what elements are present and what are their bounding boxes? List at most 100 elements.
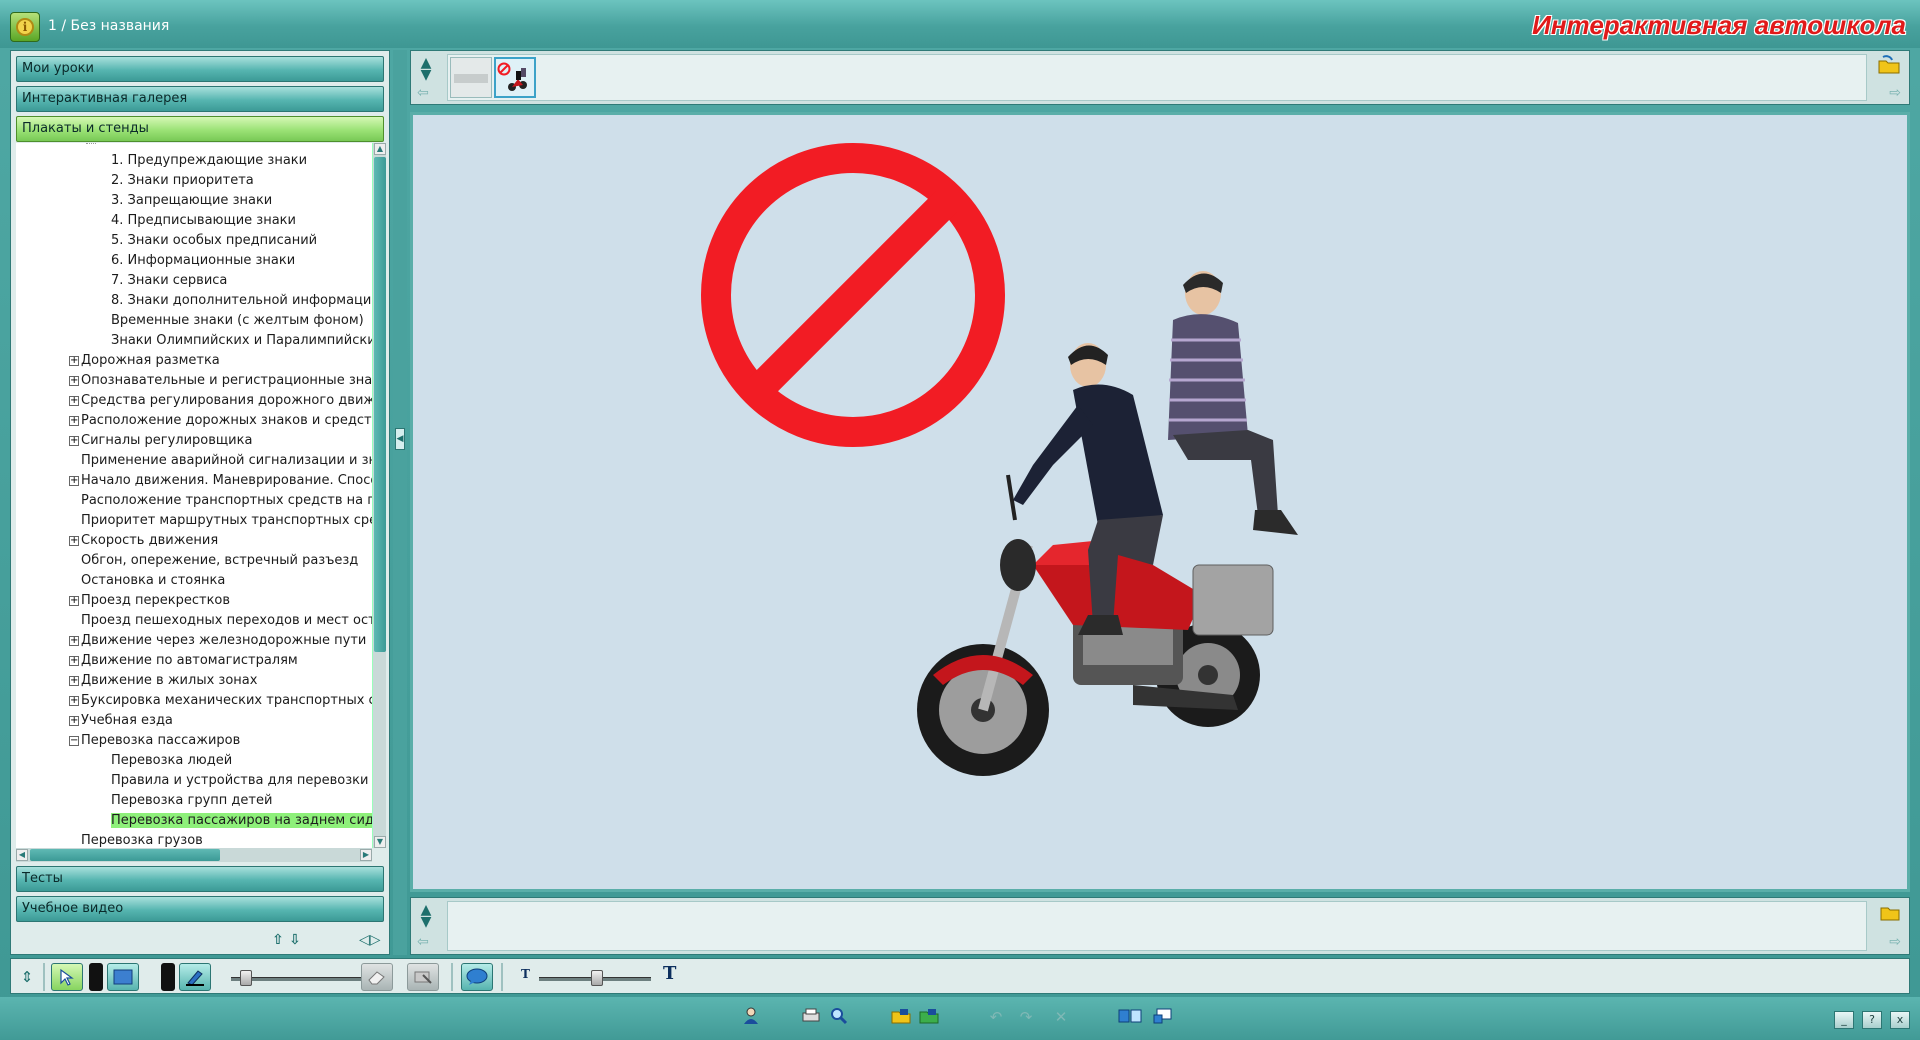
panel-left-right-icon[interactable]: ◁▷ [359, 931, 381, 949]
expand-icon[interactable]: + [69, 595, 79, 606]
scroll-up-arrow-icon[interactable]: ▲ [374, 143, 386, 155]
tree-item[interactable]: + Скорость движения [69, 531, 218, 551]
delete-icon[interactable]: ✕ [1050, 1007, 1072, 1027]
notes-prev-arrow-icon[interactable]: ⇦ [417, 934, 429, 950]
nav-tests-button[interactable]: Тесты [16, 866, 384, 892]
rectangle-tool-button[interactable] [107, 963, 139, 991]
save-icon[interactable] [918, 1007, 940, 1027]
panel-splitter[interactable]: ◀ [393, 50, 407, 955]
expand-icon[interactable]: + [69, 635, 79, 646]
app-logo-icon[interactable]: i [10, 12, 40, 42]
move-down-icon[interactable]: ⇩ [286, 931, 304, 949]
user-icon[interactable] [740, 1007, 762, 1027]
tree-item[interactable]: Проезд пешеходных переходов и мест ост [81, 611, 372, 631]
help-button[interactable]: ? [1862, 1011, 1882, 1029]
pen-color-swatch[interactable] [89, 963, 103, 991]
monitor-icon[interactable] [1152, 1007, 1174, 1027]
tree-item[interactable]: 4. Предписывающие знаки [111, 211, 296, 231]
tree-item[interactable]: Перевозка групп детей [111, 791, 272, 811]
tree-item[interactable]: Перевозка пассажиров на заднем сиде [111, 811, 372, 831]
marker-color-swatch[interactable] [161, 963, 175, 991]
notes-up-down-icon[interactable]: ▲ ▼ [417, 903, 435, 929]
tree-item[interactable]: + Движение по автомагистралям [69, 651, 298, 671]
tree-item[interactable]: 2. Знаки приоритета [111, 171, 254, 191]
comment-tool-button[interactable] [461, 963, 493, 991]
poster-canvas[interactable] [410, 112, 1910, 892]
tree-item[interactable]: 1. Предупреждающие знаки [111, 151, 307, 171]
zoom-icon[interactable] [828, 1007, 850, 1027]
eraser-tool-button[interactable] [361, 963, 393, 991]
tree-item[interactable]: + Сигналы регулировщика [69, 431, 252, 451]
scroll-down-arrow-icon[interactable]: ▼ [374, 836, 386, 848]
tree-item[interactable]: + Средства регулирования дорожного движ [69, 391, 372, 411]
tree-item[interactable]: Приоритет маршрутных транспортных сре [81, 511, 372, 531]
expand-icon[interactable]: + [69, 655, 79, 666]
tree-item[interactable]: + Расположение дорожных знаков и средств [69, 411, 372, 431]
tree-item[interactable]: + Движение через железнодорожные пути [69, 631, 366, 651]
tree-item[interactable]: Временные знаки (с желтым фоном) [111, 311, 364, 331]
tree-item[interactable]: 7. Знаки сервиса [111, 271, 227, 291]
highlighter-tool-button[interactable] [179, 963, 211, 991]
tree-item[interactable]: 6. Информационные знаки [111, 251, 295, 271]
tree-item[interactable]: − Перевозка пассажиров [69, 731, 240, 751]
expand-icon[interactable]: + [69, 535, 79, 546]
tree-item[interactable]: Знаки Олимпийских и Паралимпийских [111, 331, 372, 351]
nav-gallery-button[interactable]: Интерактивная галерея [16, 86, 384, 112]
hscroll-thumb[interactable] [30, 849, 220, 861]
tree-item[interactable]: Остановка и стоянка [81, 571, 225, 591]
minimize-button[interactable]: _ [1834, 1011, 1854, 1029]
scroll-left-arrow-icon[interactable]: ◀ [16, 849, 28, 861]
expand-icon[interactable]: + [69, 355, 79, 366]
notes-next-arrow-icon[interactable]: ⇨ [1889, 934, 1901, 950]
scroll-thumb[interactable] [374, 157, 386, 652]
nav-posters-button[interactable]: Плакаты и стенды [16, 116, 384, 142]
tree-item[interactable]: + Буксировка механических транспортных ср [69, 691, 372, 711]
strip-prev-arrow-icon[interactable]: ⇦ [417, 85, 429, 101]
expand-icon[interactable]: + [69, 715, 79, 726]
tree-item[interactable]: 8. Знаки дополнительной информации [111, 291, 372, 311]
undo-icon[interactable]: ↶ [985, 1007, 1007, 1027]
expand-icon[interactable]: + [69, 435, 79, 446]
tree-item[interactable]: Перевозка людей [111, 751, 232, 771]
strip-up-down-icon[interactable]: ▲ ▼ [417, 56, 435, 82]
tree-item[interactable]: Правила и устройства для перевозки д [111, 771, 372, 791]
pointer-tool-button[interactable] [51, 963, 83, 991]
tree-item[interactable]: Перевозка грузов [81, 831, 203, 848]
fit-screen-icon[interactable] [1118, 1007, 1142, 1027]
tree-item[interactable]: Обгон, опережение, встречный разъезд [81, 551, 358, 571]
pen-size-knob[interactable] [240, 970, 252, 986]
nav-my-lessons-button[interactable]: Мои уроки [16, 56, 384, 82]
tree-item[interactable]: + Дорожная разметка [69, 351, 220, 371]
collapse-icon[interactable]: − [69, 735, 79, 746]
tree-item[interactable]: Расположение транспортных средств на п [81, 491, 372, 511]
redo-icon[interactable]: ↷ [1015, 1007, 1037, 1027]
slide-thumbnail-current[interactable] [494, 57, 536, 98]
notes-folder-icon[interactable] [1879, 904, 1901, 926]
tree-horizontal-scrollbar[interactable]: ◀ ▶ [16, 848, 372, 862]
scroll-right-arrow-icon[interactable]: ▶ [360, 849, 372, 861]
tree-item[interactable]: + Движение в жилых зонах [69, 671, 257, 691]
toolbar-up-down-icon[interactable]: ⇕ [15, 963, 39, 991]
expand-icon[interactable]: + [69, 675, 79, 686]
slide-thumbnail[interactable] [450, 57, 492, 98]
open-folder-icon[interactable] [890, 1007, 912, 1027]
notes-field[interactable] [447, 901, 1867, 951]
tree-vertical-scrollbar[interactable]: ▲ ▼ [372, 143, 386, 848]
clear-tool-button[interactable] [407, 963, 439, 991]
expand-icon[interactable]: + [69, 415, 79, 426]
font-size-knob[interactable] [591, 970, 603, 986]
expand-icon[interactable]: + [69, 695, 79, 706]
tree-item[interactable]: 5. Знаки особых предписаний [111, 231, 317, 251]
print-icon[interactable] [800, 1007, 822, 1027]
tree-item[interactable]: + Начало движения. Маневрирование. Спосо [69, 471, 372, 491]
close-button[interactable]: x [1890, 1011, 1910, 1029]
tree-item[interactable]: Применение аварийной сигнализации и зн [81, 451, 372, 471]
open-slide-folder-icon[interactable] [1877, 55, 1903, 77]
tree-item[interactable]: + Учебная езда [69, 711, 173, 731]
tree-item[interactable]: + Проезд перекрестков [69, 591, 230, 611]
nav-video-button[interactable]: Учебное видео [16, 896, 384, 922]
tree-item[interactable]: + Опознавательные и регистрационные знак [69, 371, 372, 391]
expand-icon[interactable]: + [69, 375, 79, 386]
expand-icon[interactable]: + [69, 395, 79, 406]
tree-item[interactable]: 3. Запрещающие знаки [111, 191, 272, 211]
